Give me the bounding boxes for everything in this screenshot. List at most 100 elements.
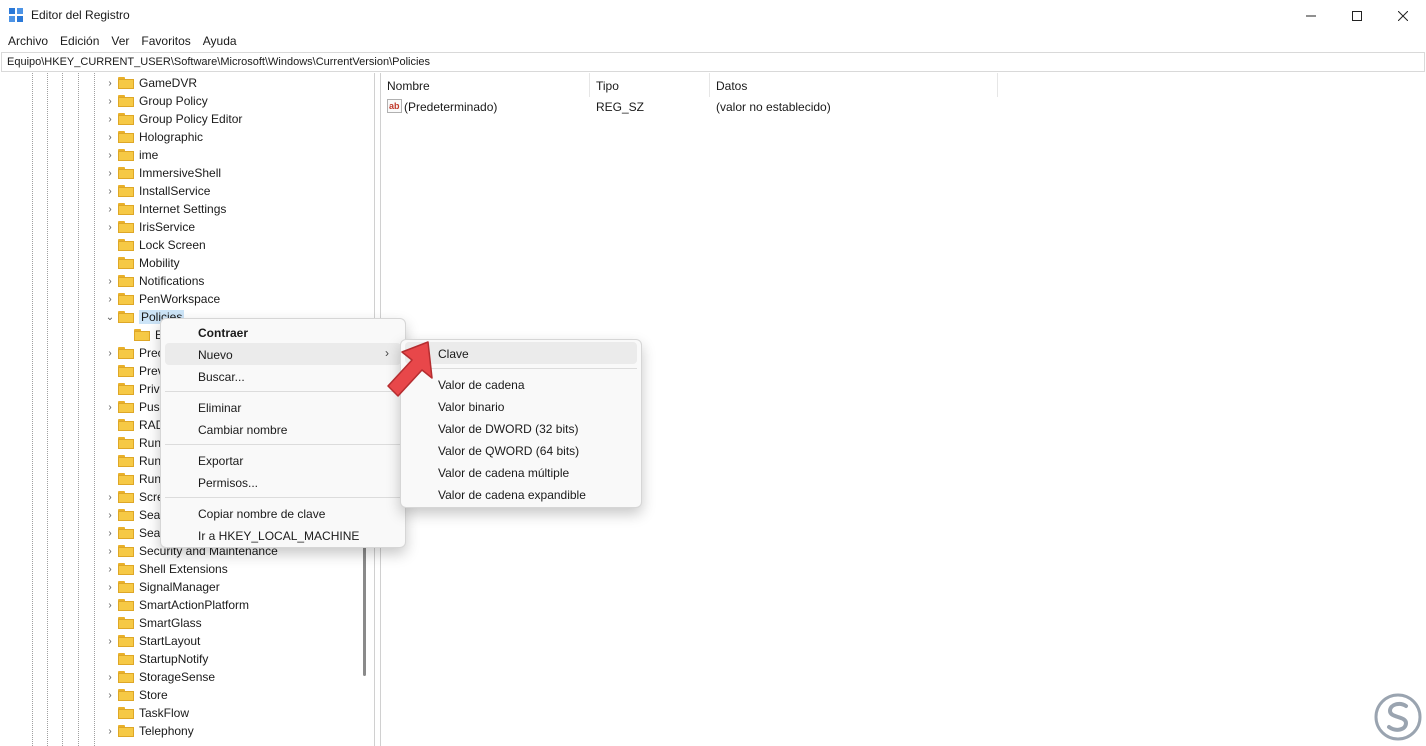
- chevron-right-icon[interactable]: ›: [104, 290, 116, 308]
- column-header-datos[interactable]: Datos: [710, 73, 998, 97]
- submenu-item-qword[interactable]: Valor de QWORD (64 bits): [405, 439, 637, 461]
- menu-favoritos[interactable]: Favoritos: [135, 31, 196, 51]
- folder-icon: [118, 707, 134, 719]
- tree-item-label: StartLayout: [139, 634, 201, 648]
- tree-connector: [104, 434, 116, 452]
- chevron-right-icon[interactable]: ›: [104, 524, 116, 542]
- chevron-right-icon[interactable]: ›: [104, 542, 116, 560]
- chevron-right-icon[interactable]: ›: [104, 596, 116, 614]
- tree-item[interactable]: Lock Screen: [104, 236, 354, 254]
- menu-archivo[interactable]: Archivo: [2, 31, 54, 51]
- chevron-right-icon[interactable]: ›: [104, 200, 116, 218]
- menu-item-exportar[interactable]: Exportar: [165, 449, 401, 471]
- chevron-right-icon[interactable]: ›: [104, 128, 116, 146]
- close-icon: [1398, 10, 1408, 21]
- chevron-right-icon[interactable]: ›: [104, 218, 116, 236]
- folder-icon: [118, 491, 134, 503]
- tree-item[interactable]: › SignalManager: [104, 578, 354, 596]
- tree-item-label: SmartGlass: [139, 616, 202, 630]
- chevron-right-icon[interactable]: ›: [104, 74, 116, 92]
- submenu-item-dword[interactable]: Valor de DWORD (32 bits): [405, 417, 637, 439]
- chevron-right-icon[interactable]: ›: [104, 632, 116, 650]
- chevron-right-icon[interactable]: ›: [104, 344, 116, 362]
- tree-item-label: StartupNotify: [139, 652, 209, 666]
- tree-guide-line: [94, 73, 95, 746]
- chevron-right-icon[interactable]: ›: [104, 92, 116, 110]
- chevron-right-icon[interactable]: ›: [104, 668, 116, 686]
- tree-item[interactable]: › StartLayout: [104, 632, 354, 650]
- chevron-right-icon[interactable]: ›: [104, 398, 116, 416]
- chevron-right-icon[interactable]: ›: [104, 686, 116, 704]
- tree-item[interactable]: › GameDVR: [104, 74, 354, 92]
- tree-item[interactable]: › ime: [104, 146, 354, 164]
- tree-item[interactable]: › Group Policy: [104, 92, 354, 110]
- tree-item-label: Run: [139, 472, 162, 486]
- tree-item[interactable]: › Internet Settings: [104, 200, 354, 218]
- address-bar[interactable]: Equipo\HKEY_CURRENT_USER\Software\Micros…: [1, 52, 1425, 72]
- tree-item[interactable]: › Store: [104, 686, 354, 704]
- chevron-right-icon[interactable]: ›: [104, 146, 116, 164]
- tree-item[interactable]: SmartGlass: [104, 614, 354, 632]
- close-button[interactable]: [1380, 0, 1426, 31]
- tree-item[interactable]: › Notifications: [104, 272, 354, 290]
- maximize-button[interactable]: [1334, 0, 1380, 31]
- submenu-item-cadena-expandible[interactable]: Valor de cadena expandible: [405, 483, 637, 505]
- column-header-tipo[interactable]: Tipo: [590, 73, 710, 97]
- chevron-right-icon[interactable]: ›: [104, 578, 116, 596]
- minimize-button[interactable]: [1288, 0, 1334, 31]
- menu-item-nuevo[interactable]: Nuevo ›: [165, 343, 401, 365]
- tree-connector: [104, 254, 116, 272]
- tree-item[interactable]: Mobility: [104, 254, 354, 272]
- tree-item[interactable]: TaskFlow: [104, 704, 354, 722]
- tree-item[interactable]: › IrisService: [104, 218, 354, 236]
- folder-icon: [118, 95, 134, 107]
- tree-item[interactable]: › Holographic: [104, 128, 354, 146]
- chevron-down-icon[interactable]: ⌄: [104, 308, 116, 326]
- folder-icon: [118, 131, 134, 143]
- column-header-nombre[interactable]: Nombre: [381, 73, 590, 97]
- folder-icon: [118, 185, 134, 197]
- menu-item-ir-hklm[interactable]: Ir a HKEY_LOCAL_MACHINE: [165, 524, 401, 546]
- menu-item-permisos[interactable]: Permisos...: [165, 471, 401, 493]
- tree-item-label: Telephony: [139, 724, 194, 738]
- menu-item-cambiar-nombre[interactable]: Cambiar nombre: [165, 418, 401, 440]
- tree-item[interactable]: › PenWorkspace: [104, 290, 354, 308]
- menu-ayuda[interactable]: Ayuda: [197, 31, 243, 51]
- menu-item-contraer[interactable]: Contraer: [165, 321, 401, 343]
- red-arrow-annotation-icon: [387, 341, 433, 397]
- chevron-right-icon[interactable]: ›: [104, 272, 116, 290]
- value-row[interactable]: ab (Predeterminado) REG_SZ (valor no est…: [381, 98, 1081, 116]
- tree-guide-line: [47, 73, 48, 746]
- menu-ver[interactable]: Ver: [105, 31, 135, 51]
- chevron-right-icon[interactable]: ›: [104, 164, 116, 182]
- tree-item[interactable]: › ImmersiveShell: [104, 164, 354, 182]
- folder-icon: [118, 599, 134, 611]
- chevron-right-icon[interactable]: ›: [104, 110, 116, 128]
- menu-edicion[interactable]: Edición: [54, 31, 105, 51]
- tree-item[interactable]: › Group Policy Editor: [104, 110, 354, 128]
- menu-item-buscar[interactable]: Buscar...: [165, 365, 401, 387]
- menu-item-eliminar[interactable]: Eliminar: [165, 396, 401, 418]
- string-value-icon: ab: [387, 99, 402, 113]
- tree-item-label: InstallService: [139, 184, 211, 198]
- tree-item-label: Priv: [139, 382, 160, 396]
- menu-item-copiar-nombre[interactable]: Copiar nombre de clave: [165, 502, 401, 524]
- chevron-right-icon[interactable]: ›: [104, 722, 116, 740]
- chevron-right-icon[interactable]: ›: [104, 488, 116, 506]
- tree-item-label: PenWorkspace: [139, 292, 221, 306]
- submenu-item-cadena-multiple[interactable]: Valor de cadena múltiple: [405, 461, 637, 483]
- tree-item[interactable]: › InstallService: [104, 182, 354, 200]
- tree-item[interactable]: › Shell Extensions: [104, 560, 354, 578]
- tree-item[interactable]: › StorageSense: [104, 668, 354, 686]
- tree-item-label: Store: [139, 688, 168, 702]
- tree-item[interactable]: › Telephony: [104, 722, 354, 740]
- tree-item[interactable]: › SmartActionPlatform: [104, 596, 354, 614]
- tree-connector: [104, 380, 116, 398]
- chevron-right-icon[interactable]: ›: [104, 560, 116, 578]
- folder-icon: [118, 581, 134, 593]
- tree-item[interactable]: StartupNotify: [104, 650, 354, 668]
- chevron-right-icon[interactable]: ›: [104, 506, 116, 524]
- chevron-right-icon[interactable]: ›: [104, 182, 116, 200]
- title-bar: Editor del Registro: [0, 0, 1426, 31]
- tree-scrollbar[interactable]: [363, 536, 366, 676]
